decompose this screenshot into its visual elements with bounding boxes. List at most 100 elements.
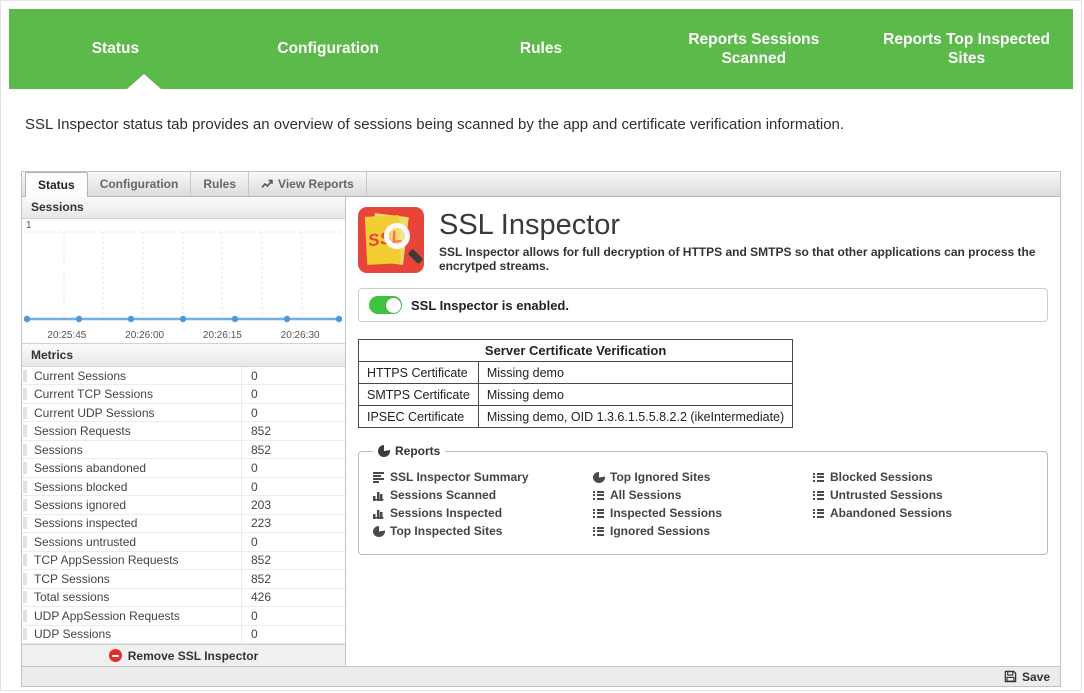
nav-tab-configuration-label: Configuration bbox=[277, 39, 379, 58]
chart-x-tick: 20:25:45 bbox=[47, 330, 86, 341]
report-icon bbox=[373, 526, 385, 537]
report-link[interactable]: Untrusted Sessions bbox=[813, 486, 1033, 504]
cert-table-row: IPSEC Certificate Missing demo, OID 1.3.… bbox=[359, 406, 793, 428]
report-link-label: Ignored Sessions bbox=[610, 524, 710, 538]
metric-value: 203 bbox=[242, 498, 345, 512]
app-subtitle: SSL Inspector allows for full decryption… bbox=[439, 245, 1048, 273]
app-header: SSL SSL Inspector SSL Inspector allows f… bbox=[358, 207, 1048, 273]
chart-x-tick: 20:26:30 bbox=[281, 330, 320, 341]
metric-label: Session Requests bbox=[34, 422, 242, 439]
metric-row: TCP Sessions 852 bbox=[22, 570, 345, 588]
remove-ssl-inspector-button[interactable]: Remove SSL Inspector bbox=[22, 644, 345, 666]
enabled-toggle[interactable] bbox=[369, 296, 402, 314]
pie-chart-icon bbox=[378, 445, 390, 457]
reports-section: Reports SSL Inspector Summary bbox=[358, 444, 1048, 555]
panel-footer: Save bbox=[22, 666, 1060, 686]
metric-label: UDP AppSession Requests bbox=[34, 607, 242, 624]
metric-value: 426 bbox=[242, 590, 345, 604]
report-icon bbox=[593, 490, 605, 501]
metric-row: UDP Sessions 0 bbox=[22, 626, 345, 644]
page: Status Configuration Rules Reports Sessi… bbox=[0, 0, 1082, 691]
cert-status: Missing demo, OID 1.3.6.1.5.5.8.2.2 (ike… bbox=[478, 406, 792, 428]
cert-type: HTTPS Certificate bbox=[359, 362, 479, 384]
panel-tab-rules[interactable]: Rules bbox=[191, 172, 249, 196]
metric-label: UDP Sessions bbox=[34, 626, 242, 643]
metric-row: Sessions abandoned 0 bbox=[22, 459, 345, 477]
sessions-chart-svg bbox=[24, 220, 342, 324]
metric-label: Total sessions bbox=[34, 589, 242, 606]
save-icon bbox=[1004, 670, 1017, 683]
ssl-inspector-panel: Status Configuration Rules View Reports … bbox=[21, 171, 1061, 687]
right-column: SSL SSL Inspector SSL Inspector allows f… bbox=[346, 197, 1060, 666]
metric-value: 0 bbox=[242, 369, 345, 383]
metric-row: Total sessions 426 bbox=[22, 589, 345, 607]
cert-table-row: SMTPS Certificate Missing demo bbox=[359, 384, 793, 406]
metric-value: 0 bbox=[242, 406, 345, 420]
nav-tab-reports-sessions-scanned[interactable]: Reports Sessions Scanned bbox=[647, 9, 860, 89]
chart-ymax-label: 1 bbox=[26, 220, 32, 231]
metric-label: TCP AppSession Requests bbox=[34, 552, 242, 569]
report-icon bbox=[813, 490, 825, 501]
report-link[interactable]: Inspected Sessions bbox=[593, 504, 813, 522]
panel-tab-status[interactable]: Status bbox=[25, 172, 88, 197]
metric-label: Sessions ignored bbox=[34, 496, 242, 513]
ssl-inspector-logo-icon: SSL bbox=[358, 207, 424, 273]
report-link-label: All Sessions bbox=[610, 488, 681, 502]
nav-tab-reports-top-inspected-sites[interactable]: Reports Top Inspected Sites bbox=[860, 9, 1073, 89]
report-icon bbox=[813, 472, 825, 483]
report-link[interactable]: All Sessions bbox=[593, 486, 813, 504]
remove-icon bbox=[109, 649, 122, 662]
nav-tab-status-label: Status bbox=[92, 39, 139, 58]
metric-label: TCP Sessions bbox=[34, 570, 242, 587]
panel-tab-configuration[interactable]: Configuration bbox=[88, 172, 192, 196]
metrics-section-header: Metrics bbox=[22, 343, 345, 367]
metric-row: Current UDP Sessions 0 bbox=[22, 404, 345, 422]
cert-table-title: Server Certificate Verification bbox=[359, 340, 793, 362]
report-icon bbox=[373, 490, 385, 501]
nav-tab-rules[interactable]: Rules bbox=[435, 9, 648, 89]
metric-row: Sessions 852 bbox=[22, 441, 345, 459]
report-icon bbox=[373, 508, 385, 519]
sessions-chart: 1 bbox=[22, 219, 345, 343]
report-link[interactable]: Sessions Inspected bbox=[373, 504, 593, 522]
metric-label: Current TCP Sessions bbox=[34, 385, 242, 402]
report-link[interactable]: Ignored Sessions bbox=[593, 522, 813, 540]
report-link-label: Top Inspected Sites bbox=[390, 524, 502, 538]
metrics-table: Current Sessions 0 Current TCP Sessions … bbox=[22, 367, 345, 644]
panel-main-region: Sessions 1 bbox=[22, 197, 1060, 666]
page-description: SSL Inspector status tab provides an ove… bbox=[25, 116, 1057, 133]
chart-x-tick: 20:26:00 bbox=[125, 330, 164, 341]
cert-type: IPSEC Certificate bbox=[359, 406, 479, 428]
metric-row: Current TCP Sessions 0 bbox=[22, 385, 345, 403]
nav-tab-reports-top-inspected-sites-label: Reports Top Inspected Sites bbox=[879, 30, 1054, 69]
nav-tab-status[interactable]: Status bbox=[9, 9, 222, 89]
report-link[interactable]: Top Inspected Sites bbox=[373, 522, 593, 540]
report-link[interactable]: Blocked Sessions bbox=[813, 468, 1033, 486]
magnifier-handle-icon bbox=[408, 249, 424, 265]
report-link[interactable]: SSL Inspector Summary bbox=[373, 468, 593, 486]
panel-tab-view-reports[interactable]: View Reports bbox=[249, 172, 367, 196]
report-icon bbox=[813, 508, 825, 519]
magnifier-lens-icon bbox=[384, 223, 410, 249]
reports-legend-label: Reports bbox=[395, 444, 440, 458]
report-link[interactable]: Abandoned Sessions bbox=[813, 504, 1033, 522]
metric-row: UDP AppSession Requests 0 bbox=[22, 607, 345, 625]
cert-status: Missing demo bbox=[478, 384, 792, 406]
report-icon bbox=[373, 472, 385, 483]
nav-tab-configuration[interactable]: Configuration bbox=[222, 9, 435, 89]
metric-row: Sessions blocked 0 bbox=[22, 478, 345, 496]
metric-row: Current Sessions 0 bbox=[22, 367, 345, 385]
metric-label: Sessions untrusted bbox=[34, 533, 242, 550]
metric-value: 0 bbox=[242, 461, 345, 475]
panel-tab-rules-label: Rules bbox=[203, 177, 236, 191]
save-button[interactable]: Save bbox=[1004, 670, 1050, 684]
report-icon bbox=[593, 472, 605, 483]
sessions-section-header: Sessions bbox=[22, 197, 345, 219]
app-title: SSL Inspector bbox=[439, 209, 1048, 242]
cert-table-row: HTTPS Certificate Missing demo bbox=[359, 362, 793, 384]
report-link[interactable]: Sessions Scanned bbox=[373, 486, 593, 504]
active-tab-notch bbox=[127, 74, 161, 89]
cert-status: Missing demo bbox=[478, 362, 792, 384]
line-chart-icon bbox=[261, 179, 273, 189]
report-link[interactable]: Top Ignored Sites bbox=[593, 468, 813, 486]
